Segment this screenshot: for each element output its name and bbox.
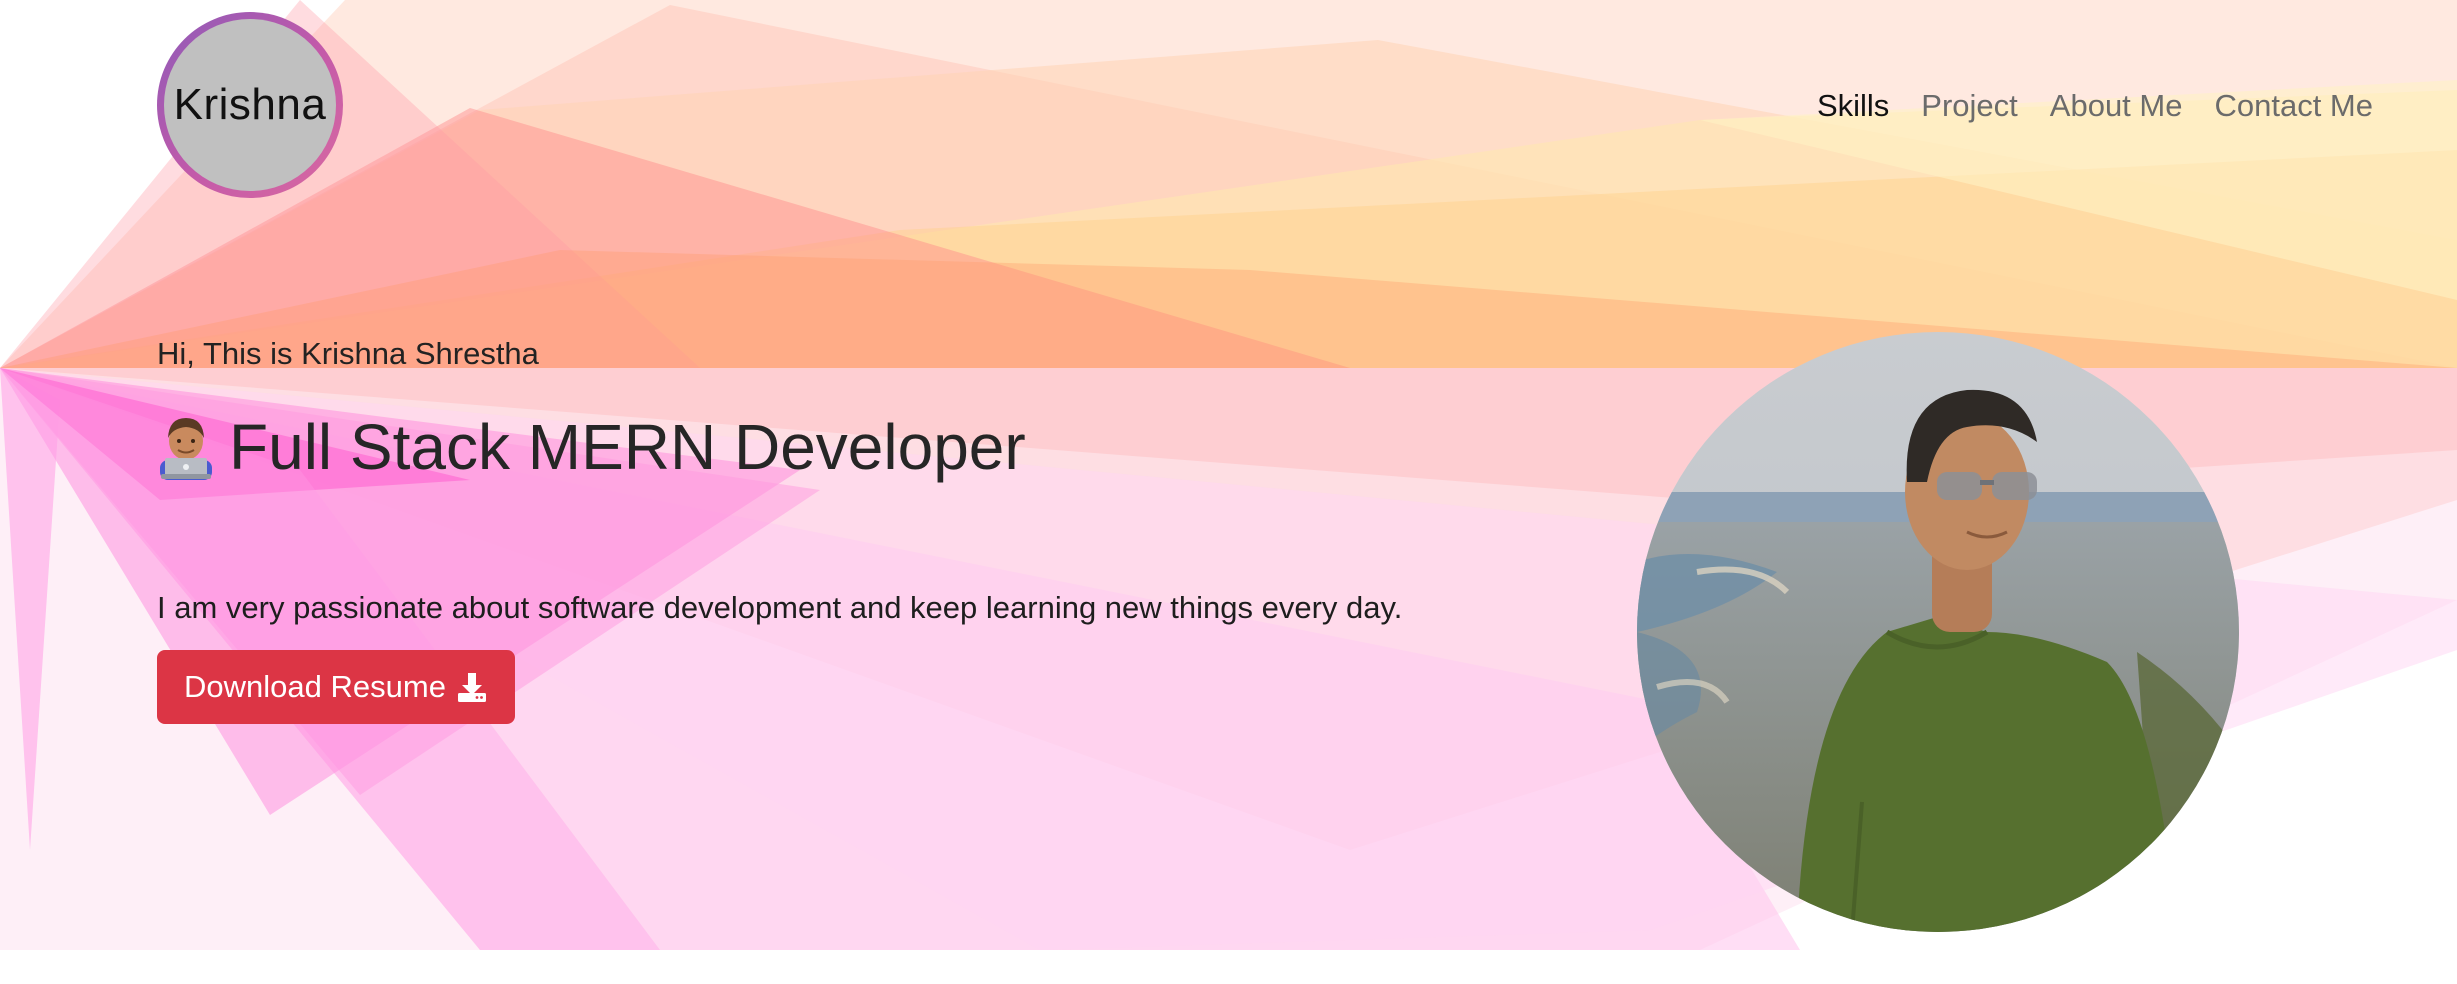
nav-link-project[interactable]: Project (1921, 88, 2017, 124)
profile-photo-image (1637, 332, 2239, 932)
hero-tagline: I am very passionate about software deve… (157, 590, 1403, 625)
logo-text[interactable]: Krishna (164, 19, 336, 191)
main-nav: Skills Project About Me Contact Me (1817, 88, 2373, 124)
nav-link-skills[interactable]: Skills (1817, 88, 1889, 124)
nav-link-about-me[interactable]: About Me (2050, 88, 2183, 124)
nav-link-contact-me[interactable]: Contact Me (2214, 88, 2373, 124)
download-resume-button[interactable]: Download Resume (157, 650, 515, 724)
hero-role-heading: Full Stack MERN Developer (157, 410, 1026, 484)
technologist-emoji-icon (160, 418, 212, 480)
logo-badge[interactable]: Krishna (157, 12, 343, 198)
hero-role-text: Full Stack MERN Developer (229, 411, 1026, 483)
profile-photo (1637, 332, 2239, 932)
download-icon (457, 673, 486, 702)
download-resume-label: Download Resume (184, 669, 446, 704)
hero-greeting: Hi, This is Krishna Shrestha (157, 336, 539, 371)
portfolio-page: Krishna Skills Project About Me Contact … (0, 0, 2457, 984)
